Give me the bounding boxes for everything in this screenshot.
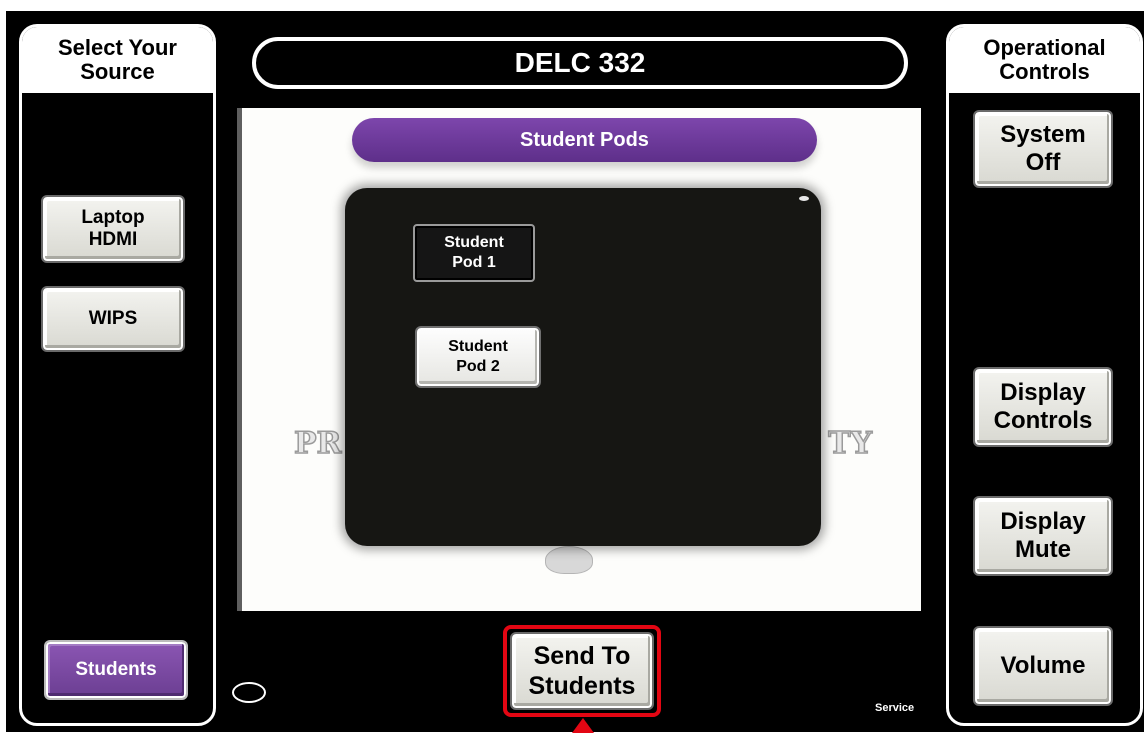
student-pod-1-button[interactable]: Student Pod 1 xyxy=(413,224,535,282)
panel-glint xyxy=(799,196,809,201)
pointer-arrow-icon xyxy=(572,718,594,733)
display-controls-button[interactable]: Display Controls xyxy=(975,369,1111,445)
watermark-right: TY xyxy=(828,425,873,462)
students-button[interactable]: Students xyxy=(46,642,186,698)
operational-panel-title: Operational Controls xyxy=(949,27,1140,93)
pod-selection-panel: Student Pod 1 Student Pod 2 xyxy=(345,188,821,546)
laptop-hdmi-button[interactable]: Laptop HDMI xyxy=(43,197,183,261)
send-to-students-button[interactable]: Send To Students xyxy=(512,634,652,708)
student-pod-2-button[interactable]: Student Pod 2 xyxy=(417,328,539,386)
volume-button[interactable]: Volume xyxy=(975,628,1111,704)
wips-button[interactable]: WIPS xyxy=(43,288,183,350)
room-title: DELC 332 xyxy=(252,37,908,89)
source-panel-title: Select Your Source xyxy=(22,27,213,93)
student-pods-banner: Student Pods xyxy=(352,118,817,162)
main-display-area: PR TY Student Pods Student Pod 1 Student… xyxy=(237,108,921,611)
service-link[interactable]: Service xyxy=(875,702,914,714)
display-mute-button[interactable]: Display Mute xyxy=(975,498,1111,574)
system-off-button[interactable]: System Off xyxy=(975,112,1111,186)
source-panel: Select Your Source xyxy=(19,24,216,726)
oval-home-button[interactable] xyxy=(232,682,266,703)
paw-logo xyxy=(545,546,593,574)
watermark-left: PR xyxy=(293,425,342,462)
